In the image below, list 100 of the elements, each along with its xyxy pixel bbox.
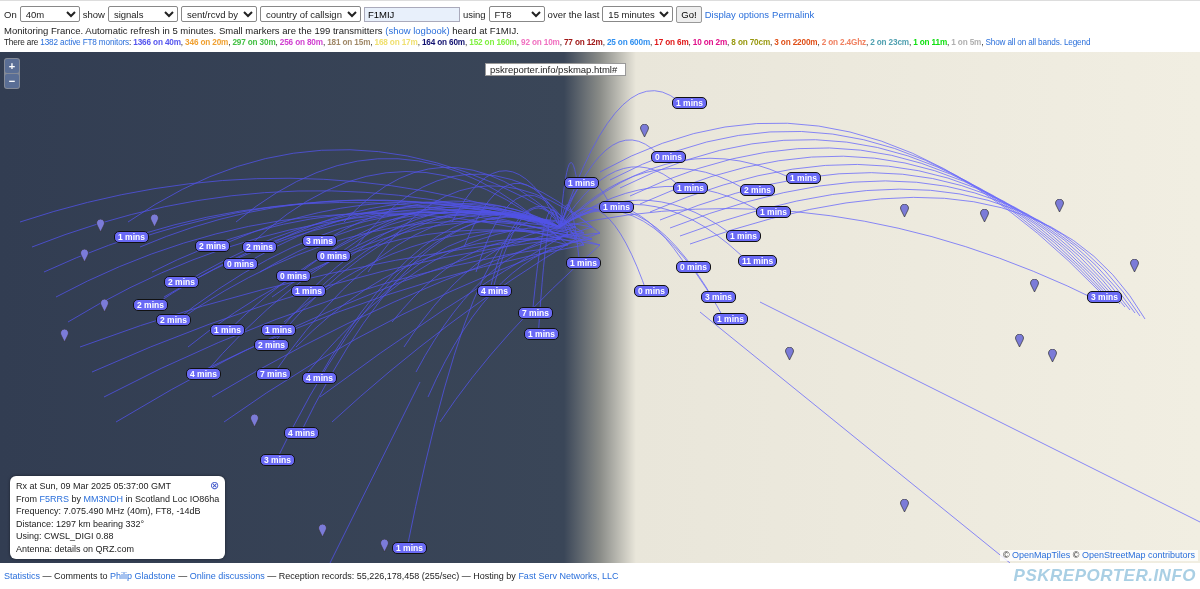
show-dropdown[interactable]: signals xyxy=(107,6,178,22)
popup-detail: Distance: 1297 km bearing 332° xyxy=(16,517,146,530)
map-marker-label[interactable]: 1 mins xyxy=(672,97,707,109)
map-marker-label[interactable]: 2 mins xyxy=(242,241,277,253)
map-marker-label[interactable]: 0 mins xyxy=(223,258,258,270)
map-marker-label[interactable]: 1 mins xyxy=(599,201,634,213)
footer-link[interactable]: Fast Serv Networks, LLC xyxy=(518,571,619,581)
logbook-link[interactable]: (show logbook) xyxy=(385,25,450,36)
map-marker-label[interactable]: 2 mins xyxy=(164,276,199,288)
band-link[interactable]: Legend xyxy=(1063,38,1091,47)
popup-detail: Frequency: 7.075.490 MHz (40m), FT8, -14dB xyxy=(16,505,202,518)
map-marker-label[interactable]: 4 mins xyxy=(186,368,221,380)
band-count-link[interactable]: 2 on 23cm xyxy=(870,38,909,47)
footer-link[interactable]: Online discussions xyxy=(189,571,265,581)
mode-label: using xyxy=(462,8,486,20)
band-count-link[interactable]: 1366 on 40m xyxy=(133,38,181,47)
map-marker-label[interactable]: 0 mins xyxy=(634,285,669,297)
location-pin-icon[interactable] xyxy=(1130,259,1139,272)
band-count-link[interactable]: 25 on 600m xyxy=(606,38,650,47)
location-pin-icon[interactable] xyxy=(60,329,69,342)
footer-link[interactable]: Statistics xyxy=(4,571,40,581)
map-marker-label[interactable]: 1 mins xyxy=(673,182,708,194)
map-marker-label[interactable]: 3 mins xyxy=(701,291,736,303)
go-button[interactable]: Go! xyxy=(676,5,702,23)
show-label: show xyxy=(82,8,105,20)
map-marker-label[interactable]: 1 mins xyxy=(524,328,559,340)
map-marker-label[interactable]: 0 mins xyxy=(316,250,351,262)
location-pin-icon[interactable] xyxy=(250,414,259,427)
map-marker-label[interactable]: 0 mins xyxy=(276,270,311,282)
map-marker-label[interactable]: 0 mins xyxy=(651,151,686,163)
map-marker-label[interactable]: 4 mins xyxy=(477,285,512,297)
location-pin-icon[interactable] xyxy=(785,347,794,360)
band-count-link[interactable]: 2 on 2.4Ghz xyxy=(821,38,866,47)
map-marker-label[interactable]: 3 mins xyxy=(1087,291,1122,303)
location-pin-icon[interactable] xyxy=(80,249,89,262)
map-marker-label[interactable]: 1 mins xyxy=(726,230,761,242)
band-link[interactable]: Show all on all bands. xyxy=(985,38,1062,47)
map-marker-label[interactable]: 2 mins xyxy=(156,314,191,326)
location-pin-icon[interactable] xyxy=(640,124,649,137)
band-dropdown[interactable]: 40m xyxy=(19,6,80,22)
mode-dropdown[interactable]: FT8 xyxy=(488,6,545,22)
map-marker-label[interactable]: 1 mins xyxy=(713,313,748,325)
map-marker-label[interactable]: 1 mins xyxy=(261,324,296,336)
direction-dropdown[interactable]: sent/rcvd by xyxy=(180,6,257,22)
map-marker-label[interactable]: 4 mins xyxy=(302,372,337,384)
map-marker-label[interactable]: 1 mins xyxy=(756,206,791,218)
period-dropdown[interactable]: 15 minutes xyxy=(602,6,674,22)
map-marker-label[interactable]: 1 mins xyxy=(566,257,601,269)
map-marker-label[interactable]: 1 mins xyxy=(114,231,149,243)
map-marker-label[interactable]: 11 mins xyxy=(738,255,778,267)
period-label: over the last xyxy=(547,8,600,20)
location-pin-icon[interactable] xyxy=(1055,199,1064,212)
map-attribution: © OpenMapTiles © OpenStreetMap contributors xyxy=(999,550,1198,561)
map-marker-label[interactable]: 1 mins xyxy=(210,324,245,336)
popup-title: Rx at Sun, 09 Mar 2025 05:37:00 GMT xyxy=(16,480,172,493)
location-pin-icon[interactable] xyxy=(100,299,109,312)
location-pin-icon[interactable] xyxy=(900,499,909,512)
band-count-link[interactable]: 256 on 80m xyxy=(279,38,323,47)
map-marker-label[interactable]: 2 mins xyxy=(254,339,289,351)
map-marker-label[interactable]: 2 mins xyxy=(740,184,775,196)
sender-link[interactable]: F5RRS xyxy=(39,493,70,504)
map-marker-label[interactable]: 7 mins xyxy=(256,368,291,380)
location-pin-icon[interactable] xyxy=(1030,279,1039,292)
map-marker-label[interactable]: 2 mins xyxy=(133,299,168,311)
location-pin-icon[interactable] xyxy=(96,219,105,232)
map-marker-label[interactable]: 2 mins xyxy=(195,240,230,252)
location-pin-icon[interactable] xyxy=(1015,334,1024,347)
popup-from-line: From F5RRS by MM3NDH in Scotland Loc IO86ha xyxy=(16,492,220,505)
zoom-in-button[interactable]: + xyxy=(5,59,19,73)
map-marker-label[interactable]: 4 mins xyxy=(284,427,319,439)
scope-dropdown[interactable]: country of callsign xyxy=(259,6,361,22)
header-link[interactable]: Display options xyxy=(704,8,770,20)
location-pin-icon[interactable] xyxy=(1048,349,1057,362)
band-count-link[interactable]: 92 on 10m xyxy=(521,38,560,47)
callsign-field[interactable]: F1MIJ xyxy=(363,6,460,22)
receiver-link[interactable]: MM3NDH xyxy=(83,493,124,504)
zoom-out-button[interactable]: − xyxy=(5,74,19,88)
map-marker-label[interactable]: 7 mins xyxy=(518,307,553,319)
map-marker-label[interactable]: 3 mins xyxy=(302,235,337,247)
attribution-link[interactable]: OpenStreetMap contributors xyxy=(1081,550,1195,560)
location-pin-icon[interactable] xyxy=(900,204,909,217)
band-label: On xyxy=(4,8,17,20)
location-pin-icon[interactable] xyxy=(980,209,989,222)
location-pin-icon[interactable] xyxy=(150,214,159,227)
map-marker-label[interactable]: 0 mins xyxy=(676,261,711,273)
map-marker-label[interactable]: 1 mins xyxy=(392,542,427,554)
attribution-link[interactable]: OpenMapTiles xyxy=(1012,550,1071,560)
location-pin-icon[interactable] xyxy=(318,524,327,537)
close-button[interactable]: ⊗ xyxy=(210,480,220,491)
map-marker-label[interactable]: 1 mins xyxy=(291,285,326,297)
location-pin-icon[interactable] xyxy=(380,539,389,552)
header-link[interactable]: Permalink xyxy=(772,8,815,20)
status-text: Monitoring France. Automatic refresh in 5 minutes. Small markers are the 199 transmitters (show logbook) heard at F1MIJ. xyxy=(4,25,520,37)
footer-link[interactable]: Philip Gladstone xyxy=(110,571,176,581)
map-marker-label[interactable]: 1 mins xyxy=(564,177,599,189)
band-count-link[interactable]: 164 on 60m xyxy=(421,38,465,47)
map-marker-label[interactable]: 1 mins xyxy=(786,172,821,184)
map-marker-label[interactable]: 3 mins xyxy=(260,454,295,466)
band-count-link[interactable]: 77 on 12m xyxy=(563,38,603,47)
site-logo: PSKREPORTER.INFO xyxy=(1013,566,1196,586)
